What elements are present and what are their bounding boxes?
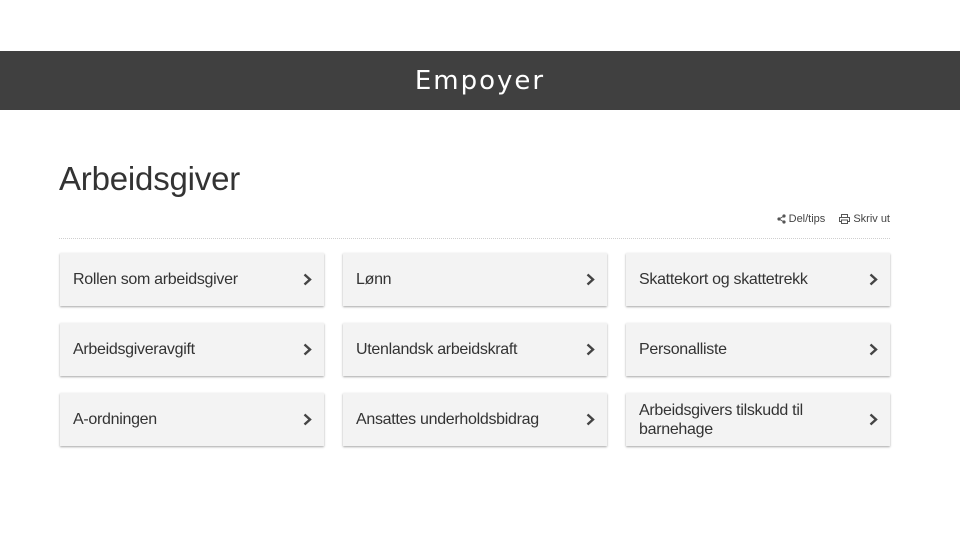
topic-card-lonn[interactable]: Lønn xyxy=(343,253,607,306)
chevron-right-icon xyxy=(586,413,595,426)
page-title: Arbeidsgiver xyxy=(59,160,241,197)
topic-card-label: Arbeidsgiveravgift xyxy=(73,341,195,358)
printer-icon xyxy=(839,214,851,224)
topic-card-label: Skattekort og skattetrekk xyxy=(639,271,808,288)
chevron-right-icon xyxy=(869,413,878,426)
chevron-right-icon xyxy=(303,273,312,286)
header-banner: Empoyer xyxy=(0,51,960,110)
chevron-right-icon xyxy=(869,273,878,286)
topic-card-label: Rollen som arbeidsgiver xyxy=(73,271,238,288)
topic-card-label: Arbeidsgivers tilskudd til barnehage xyxy=(639,401,803,438)
page-actions: Del/tips Skriv ut xyxy=(777,213,890,225)
divider xyxy=(59,238,890,239)
share-icon xyxy=(777,214,786,224)
topic-card-label: Personalliste xyxy=(639,341,727,358)
topic-card-label: A-ordningen xyxy=(73,411,157,428)
topic-card-skattekort[interactable]: Skattekort og skattetrekk xyxy=(626,253,890,306)
topic-card-rollen-som-arbeidsgiver[interactable]: Rollen som arbeidsgiver xyxy=(60,253,324,306)
share-label: Del/tips xyxy=(788,213,826,225)
topic-card-personalliste[interactable]: Personalliste xyxy=(626,323,890,376)
chevron-right-icon xyxy=(303,413,312,426)
chevron-right-icon xyxy=(869,343,878,356)
print-link[interactable]: Skriv ut xyxy=(839,213,890,225)
chevron-right-icon xyxy=(586,343,595,356)
topic-card-tilskudd-barnehage[interactable]: Arbeidsgivers tilskudd til barnehage xyxy=(626,393,890,446)
topic-card-utenlandsk-arbeidskraft[interactable]: Utenlandsk arbeidskraft xyxy=(343,323,607,376)
topic-card-label: Utenlandsk arbeidskraft xyxy=(356,341,518,358)
topic-card-arbeidsgiveravgift[interactable]: Arbeidsgiveravgift xyxy=(60,323,324,376)
print-label: Skriv ut xyxy=(853,213,890,225)
chevron-right-icon xyxy=(303,343,312,356)
topic-card-label: Lønn xyxy=(356,271,392,288)
share-link[interactable]: Del/tips xyxy=(777,213,826,225)
chevron-right-icon xyxy=(586,273,595,286)
topic-card-label: Ansattes underholdsbidrag xyxy=(356,411,539,428)
topic-grid: Rollen som arbeidsgiver Lønn Skattekort … xyxy=(60,253,890,446)
banner-title: Empoyer xyxy=(414,65,546,96)
topic-card-ansattes-underholdsbidrag[interactable]: Ansattes underholdsbidrag xyxy=(343,393,607,446)
topic-card-a-ordningen[interactable]: A-ordningen xyxy=(60,393,324,446)
